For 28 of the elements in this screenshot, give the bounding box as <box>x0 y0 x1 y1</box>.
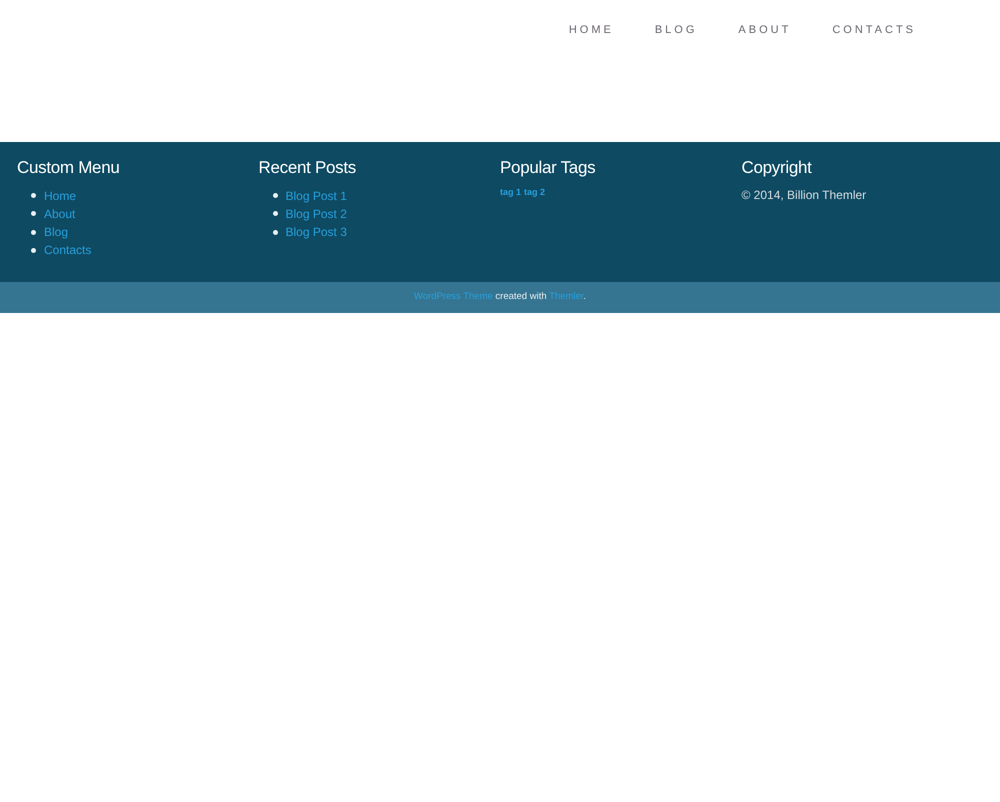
nav-link[interactable]: BLOG <box>654 22 698 38</box>
bullet-icon <box>31 211 36 216</box>
widget-title: Popular Tags <box>500 158 596 178</box>
copyright-text: © 2014, Billion Themler <box>742 187 868 204</box>
tag-link[interactable]: tag 2 <box>524 186 546 200</box>
footer-link[interactable]: Blog Post 2 <box>286 204 347 223</box>
credits-text: WordPress Theme created with Themler. <box>414 290 586 304</box>
widget-title: Recent Posts <box>258 158 358 178</box>
nav-link[interactable]: HOME <box>568 22 614 38</box>
footer-link[interactable]: About <box>44 204 76 223</box>
credits-link[interactable]: WordPress Theme <box>414 290 493 302</box>
bullet-icon <box>272 193 278 198</box>
footer-link[interactable]: Blog Post 1 <box>286 186 347 205</box>
nav-link[interactable]: CONTACTS <box>832 22 916 38</box>
credits-link[interactable]: Themler <box>549 290 584 302</box>
bullet-icon <box>31 230 36 235</box>
widget-title: Custom Menu <box>17 158 121 178</box>
bullet-icon <box>31 193 36 198</box>
footer-link[interactable]: Home <box>44 186 76 205</box>
footer-link[interactable]: Contacts <box>44 241 92 260</box>
footer-link[interactable]: Blog Post 3 <box>286 223 347 242</box>
tag-link[interactable]: tag 1 <box>500 186 522 200</box>
widget-title: Copyright <box>742 158 813 178</box>
nav-link[interactable]: ABOUT <box>738 22 792 38</box>
bullet-icon <box>31 248 36 253</box>
bullet-icon <box>272 230 278 235</box>
footer-link[interactable]: Blog <box>44 223 68 242</box>
bullet-icon <box>272 211 278 216</box>
